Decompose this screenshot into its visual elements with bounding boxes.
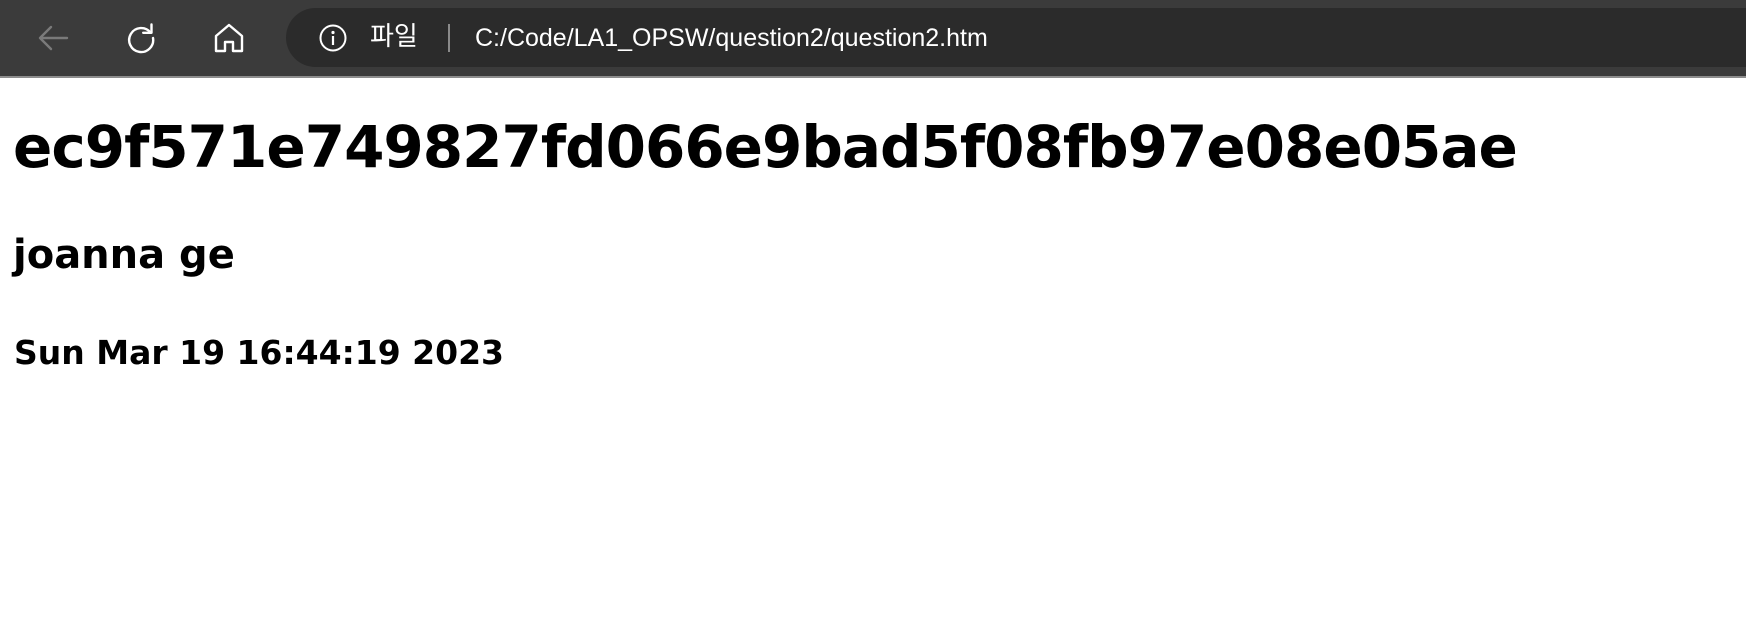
hash-heading: ec9f571e749827fd066e9bad5f08fb97e08e05ae — [13, 113, 1518, 181]
refresh-icon — [128, 23, 155, 54]
browser-toolbar: 파일 C:/Code/LA1_OPSW/question2/question2.… — [0, 0, 1746, 78]
page-content: ec9f571e749827fd066e9bad5f08fb97e08e05ae… — [0, 78, 1746, 618]
refresh-button[interactable] — [117, 14, 165, 62]
name-heading: joanna ge — [13, 232, 235, 278]
address-divider — [448, 24, 450, 52]
address-bar[interactable]: 파일 C:/Code/LA1_OPSW/question2/question2.… — [286, 8, 1746, 67]
site-info-label[interactable]: 파일 — [370, 22, 418, 52]
home-icon — [214, 23, 244, 53]
date-heading: Sun Mar 19 16:44:19 2023 — [14, 333, 505, 372]
arrow-left-icon — [38, 25, 69, 51]
url-text[interactable]: C:/Code/LA1_OPSW/question2/question2.htm — [475, 23, 988, 53]
home-button[interactable] — [205, 14, 253, 62]
info-icon[interactable] — [319, 24, 347, 52]
back-button[interactable] — [29, 14, 77, 62]
